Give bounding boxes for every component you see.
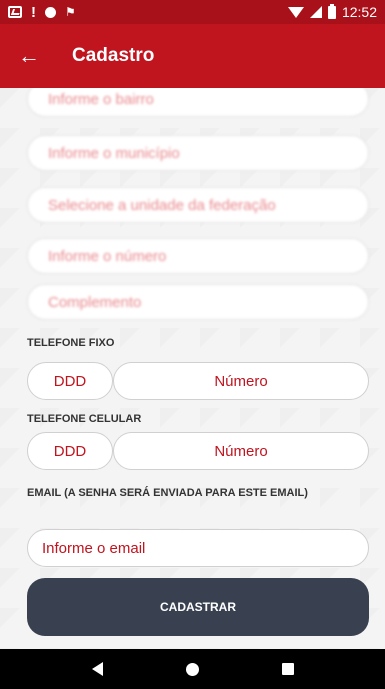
arrow-left-icon[interactable]: ← (0, 45, 58, 67)
gallery-icon (8, 6, 22, 18)
telefone-fixo-numero-input[interactable]: Número (113, 362, 369, 400)
form-scroll-area[interactable]: Informe o bairro Informe o município Sel… (0, 88, 385, 649)
telefone-fixo-ddd-input[interactable]: DDD (27, 362, 113, 400)
status-left-icons: ! ⚑ (8, 5, 76, 20)
telefone-fixo-label: TELEFONE FIXO (27, 337, 115, 349)
app-bar: ← Cadastro (0, 24, 385, 88)
recents-square-icon[interactable] (281, 663, 294, 675)
alert-icon: ! (31, 3, 36, 21)
home-circle-icon[interactable] (185, 662, 199, 676)
bairro-input[interactable]: Informe o bairro (27, 88, 369, 117)
uf-select[interactable]: Selecione a unidade da federação (27, 187, 369, 223)
complemento-input[interactable]: Complemento (27, 284, 369, 320)
status-bar: ! ⚑ 12:52 (0, 0, 385, 24)
flag-icon: ⚑ (65, 5, 76, 19)
numero-endereco-input[interactable]: Informe o número (27, 238, 369, 274)
page-title: Cadastro (72, 45, 155, 66)
telefone-celular-label: TELEFONE CELULAR (27, 413, 142, 425)
back-triangle-icon[interactable] (91, 662, 103, 676)
telefone-celular-ddd-input[interactable]: DDD (27, 432, 113, 470)
wifi-icon (287, 6, 304, 18)
record-icon (45, 6, 56, 18)
email-input[interactable]: Informe o email (27, 529, 369, 567)
cadastrar-button[interactable]: CADASTRAR (27, 578, 369, 636)
email-label: EMAIL (A SENHA SERÁ ENVIADA PARA ESTE EM… (27, 487, 308, 499)
navigation-bar (0, 649, 385, 689)
signal-icon (309, 6, 322, 18)
telefone-celular-numero-input[interactable]: Número (113, 432, 369, 470)
battery-icon (327, 3, 336, 19)
status-right-icons: 12:52 (287, 3, 377, 20)
municipio-input[interactable]: Informe o município (27, 135, 369, 171)
status-time: 12:52 (341, 4, 377, 20)
